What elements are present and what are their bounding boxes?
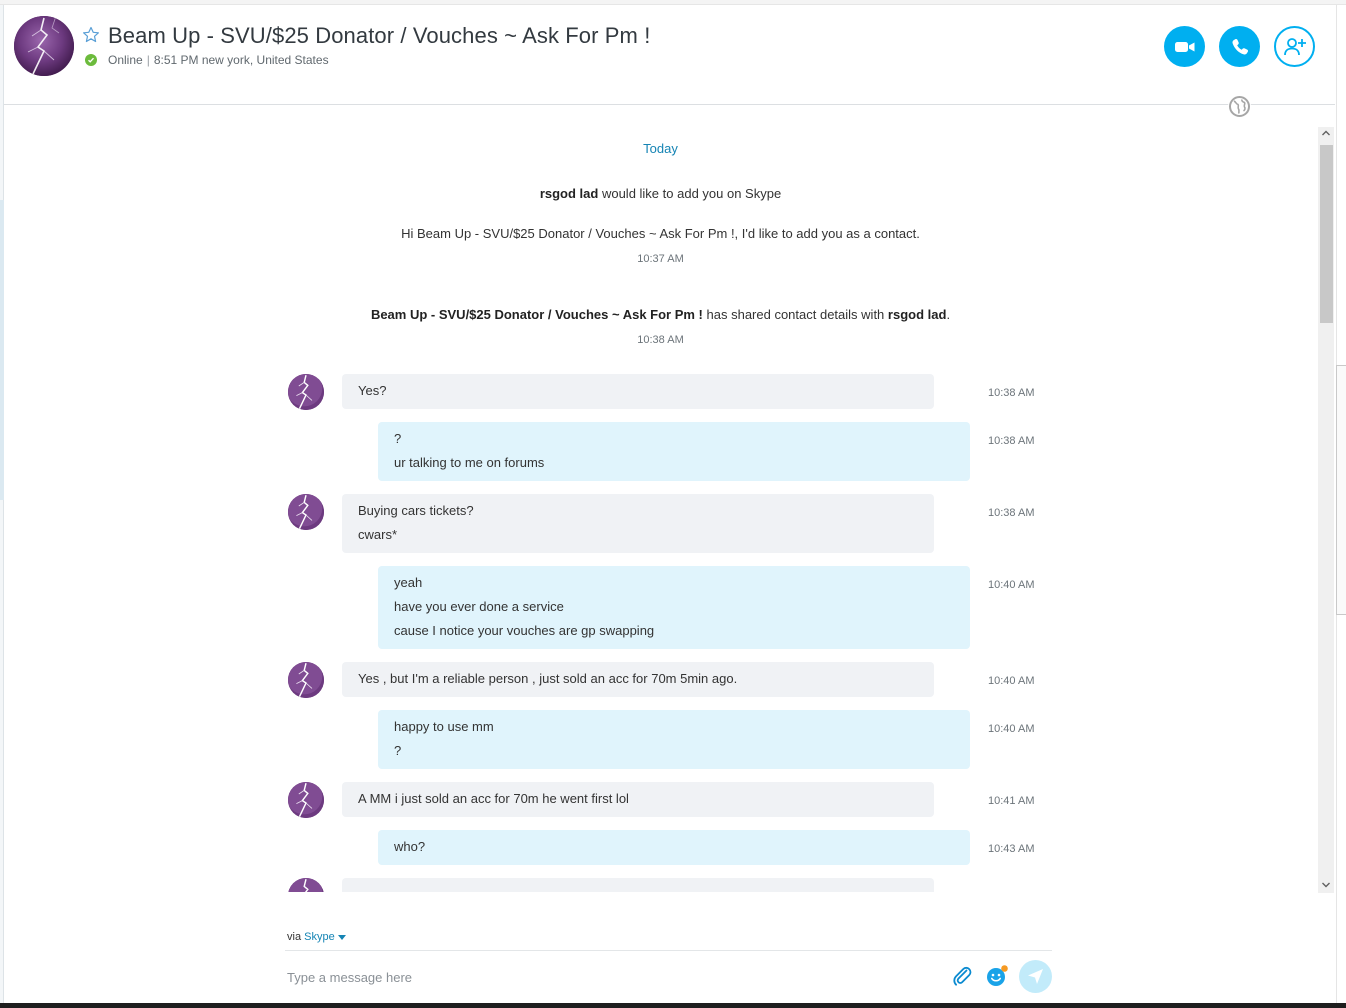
- send-via-selector[interactable]: via Skype: [287, 931, 346, 943]
- message-text: yeah: [394, 575, 423, 590]
- sender-avatar[interactable]: [288, 374, 324, 410]
- sender-avatar[interactable]: [288, 878, 324, 892]
- message-time: 10:40 AM: [988, 723, 1035, 735]
- contact-avatar[interactable]: [14, 16, 74, 76]
- shared-contact-time: 10:38 AM: [637, 334, 684, 346]
- contact-request-time: 10:37 AM: [637, 253, 684, 265]
- message-text: ?: [394, 431, 402, 446]
- message-time: 10:38 AM: [988, 435, 1035, 447]
- via-label: via: [287, 931, 302, 943]
- taskbar-strip: [0, 1003, 1346, 1008]
- status-line: Online | 8:51 PM new york, United States: [108, 53, 329, 67]
- message-time: 10:40 AM: [988, 675, 1035, 687]
- scroll-up-arrow-icon[interactable]: [1318, 127, 1334, 141]
- message-text: Yes?: [358, 383, 387, 398]
- status-separator: |: [146, 53, 150, 67]
- message-time: 10:41 AM: [988, 795, 1035, 807]
- lightning-avatar-image: [288, 494, 324, 530]
- message-text: Buying cars tickets?: [358, 503, 474, 518]
- message-input[interactable]: [285, 962, 925, 992]
- message-time: 10:38 AM: [988, 507, 1035, 519]
- message-text: ?: [394, 743, 402, 758]
- skype-window: Beam Up - SVU/$25 Donator / Vouches ~ As…: [0, 0, 1346, 1008]
- sender-avatar[interactable]: [288, 782, 324, 818]
- compose-divider: [285, 950, 1052, 951]
- recipient-name: rsgod lad: [887, 307, 947, 322]
- message-bubble-incoming[interactable]: A MM i just sold an acc for 70m he went …: [342, 782, 934, 817]
- message-bubble-incoming-partial[interactable]: [342, 878, 934, 892]
- presence-status: Online: [108, 53, 143, 67]
- shared-contact-line: Beam Up - SVU/$25 Donator / Vouches ~ As…: [4, 307, 1317, 322]
- message-text: who?: [394, 839, 426, 854]
- lightning-avatar-image: [288, 662, 324, 698]
- audio-call-button[interactable]: [1219, 26, 1260, 67]
- contact-request-message: Hi Beam Up - SVU/$25 Donator / Vouches ~…: [401, 226, 920, 241]
- contact-request-line: rsgod lad would like to add you on Skype: [4, 186, 1317, 201]
- emoticon-icon[interactable]: [985, 964, 1009, 988]
- sender-avatar[interactable]: [288, 662, 324, 698]
- contact-name-title: Beam Up - SVU/$25 Donator / Vouches ~ As…: [108, 23, 651, 48]
- paperclip-attach-icon[interactable]: [950, 964, 974, 988]
- sender-avatar[interactable]: [288, 494, 324, 530]
- message-bubble-outgoing[interactable]: happy to use mm ?: [378, 710, 970, 769]
- lightning-avatar-image: [288, 878, 324, 892]
- add-person-icon: [1283, 37, 1306, 55]
- contact-request-text: would like to add you on Skype: [601, 186, 782, 201]
- window-top-strip: [0, 0, 1346, 5]
- message-text: have you ever done a service: [394, 599, 564, 614]
- lightning-avatar-image: [288, 374, 324, 410]
- lightning-avatar-image: [14, 16, 74, 76]
- message-bubble-incoming[interactable]: Buying cars tickets? cwars*: [342, 494, 934, 553]
- message-time: 10:38 AM: [988, 387, 1035, 399]
- shared-contact-end: .: [946, 307, 951, 322]
- message-bubble-incoming[interactable]: Yes?: [342, 374, 934, 409]
- favorite-star-icon[interactable]: [82, 26, 100, 44]
- add-people-button[interactable]: [1274, 26, 1315, 67]
- local-time: 8:51 PM new york, United States: [153, 53, 329, 67]
- online-status-icon: [85, 54, 97, 66]
- via-service-link[interactable]: Skype: [304, 931, 335, 943]
- message-bubble-outgoing[interactable]: who?: [378, 830, 970, 865]
- message-text: happy to use mm: [394, 719, 494, 734]
- chevron-down-icon: [337, 934, 346, 940]
- message-bubble-outgoing[interactable]: ? ur talking to me on forums: [378, 422, 970, 481]
- send-button[interactable]: [1019, 960, 1052, 993]
- phone-icon: [1231, 38, 1248, 55]
- message-text: Yes , but I'm a reliable person , just s…: [358, 671, 738, 686]
- conversation-header: Beam Up - SVU/$25 Donator / Vouches ~ As…: [4, 6, 1335, 105]
- conversation-pane[interactable]: Today rsgod lad would like to add you on…: [4, 106, 1317, 892]
- conversation-scrollbar[interactable]: [1318, 127, 1334, 893]
- date-separator: Today: [643, 141, 678, 156]
- message-text: ur talking to me on forums: [394, 455, 545, 470]
- message-bubble-outgoing[interactable]: yeah have you ever done a service cause …: [378, 566, 970, 649]
- message-text: cwars*: [358, 527, 398, 542]
- message-bubble-incoming[interactable]: Yes , but I'm a reliable person , just s…: [342, 662, 934, 697]
- message-text: cause I notice your vouches are gp swapp…: [394, 623, 655, 638]
- shared-contact-text: has shared contact details with: [706, 307, 885, 322]
- sharer-name: Beam Up - SVU/$25 Donator / Vouches ~ As…: [370, 307, 703, 322]
- video-camera-icon: [1174, 41, 1194, 52]
- send-arrow-icon: [1028, 969, 1043, 984]
- video-call-button[interactable]: [1164, 26, 1205, 67]
- message-time: 10:43 AM: [988, 843, 1035, 855]
- right-pane-handle[interactable]: [1336, 365, 1346, 615]
- message-time: 10:40 AM: [988, 579, 1035, 591]
- scroll-down-arrow-icon[interactable]: [1318, 879, 1334, 893]
- scrollbar-thumb[interactable]: [1320, 145, 1333, 323]
- lightning-avatar-image: [288, 782, 324, 818]
- message-text: A MM i just sold an acc for 70m he went …: [358, 791, 629, 806]
- requester-name: rsgod lad: [539, 186, 599, 201]
